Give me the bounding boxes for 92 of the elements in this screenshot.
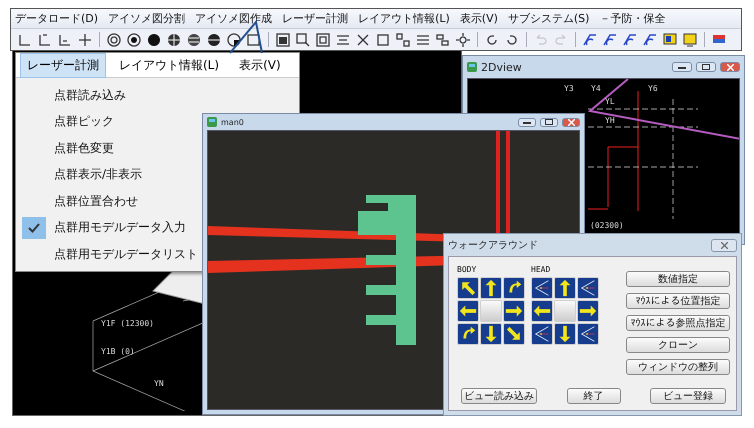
direction-button[interactable] — [554, 277, 576, 299]
maximize-button[interactable] — [540, 118, 558, 126]
monitor-icon[interactable] — [662, 32, 678, 48]
dialog-button[interactable]: クローン — [626, 337, 730, 353]
dialog-button[interactable]: ウィンドウの整列 — [626, 359, 730, 375]
app-icon — [207, 117, 217, 127]
close-button[interactable] — [720, 62, 740, 72]
sun-icon[interactable] — [455, 32, 471, 48]
menu-item[interactable]: 点群ピック — [16, 108, 118, 135]
monitor-icon[interactable] — [682, 32, 698, 48]
menu-tab[interactable]: レーザー計測 — [20, 52, 106, 78]
menu-tab[interactable]: レイアウト情報(L) — [112, 52, 226, 78]
menu-item[interactable]: 点群位置合わせ — [16, 188, 142, 214]
direction-button[interactable] — [531, 300, 553, 322]
dialog-button[interactable]: ビュー登録 — [650, 388, 726, 404]
menu-item[interactable]: 点群読み込み — [16, 82, 130, 108]
minimize-button[interactable] — [672, 62, 692, 72]
menu-item[interactable]: レイアウト情報(L) — [358, 11, 450, 26]
dialog-button[interactable]: 数値指定 — [626, 271, 730, 287]
axis-label: Y3 — [564, 84, 574, 93]
dialog-button[interactable]: ﾏｳｽによる位置指定 — [626, 293, 730, 309]
maximize-button[interactable] — [696, 62, 716, 72]
menu-item[interactable]: －予防・保全 — [599, 11, 666, 26]
direction-button[interactable] — [457, 300, 479, 322]
square-icon[interactable] — [375, 32, 391, 48]
axis-label: Y1B (0) — [101, 347, 135, 356]
app-icon — [467, 62, 477, 72]
menu-tab[interactable]: 表示(V) — [232, 52, 288, 78]
cross-icon[interactable] — [77, 32, 93, 48]
view-icon[interactable] — [642, 32, 658, 48]
dialog-button[interactable]: ビュー読み込み — [461, 388, 537, 404]
axis-label: Y6 — [648, 84, 658, 93]
window-title: man0 — [221, 118, 245, 126]
menu-item[interactable]: 表示(V) — [460, 11, 498, 26]
check-icon — [28, 222, 40, 233]
sphere-icon[interactable] — [186, 32, 202, 48]
window-icon[interactable] — [275, 32, 291, 48]
direction-button[interactable] — [503, 300, 525, 322]
direction-button[interactable] — [577, 277, 599, 299]
direction-button[interactable] — [480, 277, 502, 299]
menu-item[interactable]: サブシステム(S) — [508, 11, 590, 26]
maximize-icon — [545, 119, 553, 125]
direction-button[interactable] — [531, 323, 553, 345]
close-button[interactable] — [562, 118, 580, 126]
sphere-icon[interactable] — [206, 32, 222, 48]
dialog-button[interactable]: 終了 — [566, 388, 620, 404]
minimize-icon — [678, 65, 686, 69]
menu-item[interactable]: 点群表示/非表示 — [16, 162, 146, 188]
pad-label: BODY — [457, 265, 478, 274]
close-button[interactable] — [711, 238, 737, 252]
half-circle-icon[interactable] — [226, 32, 242, 48]
menu-item[interactable]: 点群色変更 — [16, 135, 118, 162]
direction-button[interactable] — [531, 277, 553, 299]
close-icon — [568, 118, 574, 126]
zoom-icon[interactable] — [295, 32, 311, 48]
direction-button[interactable] — [554, 323, 576, 345]
menu-item[interactable]: データロード(D) — [15, 11, 98, 26]
menu-item[interactable]: 点群用モデルデータ入力 — [16, 214, 190, 241]
direction-button[interactable] — [480, 323, 502, 345]
menu-item[interactable]: レーザー計測 — [282, 11, 348, 26]
dialog-title: ウォークアラウンド — [448, 239, 539, 252]
axis-label: Y4 — [591, 84, 601, 93]
direction-button[interactable] — [503, 323, 525, 345]
axis-label: YH — [605, 116, 615, 125]
pad-label: HEAD — [531, 265, 552, 274]
view-icon[interactable] — [602, 32, 618, 48]
direction-button[interactable] — [457, 277, 479, 299]
close-icon — [720, 242, 728, 248]
direction-button[interactable] — [457, 323, 479, 345]
ring-icon[interactable] — [106, 32, 122, 48]
direction-button[interactable] — [577, 300, 599, 322]
direction-button[interactable] — [503, 277, 525, 299]
square-icon[interactable] — [246, 32, 262, 48]
direction-button[interactable] — [577, 323, 599, 345]
axis-label: YL — [605, 97, 615, 106]
sphere-icon[interactable] — [166, 32, 182, 48]
axis-label: (02300) — [590, 221, 624, 230]
corner-icon[interactable] — [37, 32, 53, 48]
minimize-icon — [523, 120, 531, 124]
view-icon[interactable] — [582, 32, 598, 48]
disc-icon[interactable] — [146, 32, 162, 48]
dialog-button[interactable]: ﾏｳｽによる参照点指定 — [626, 315, 730, 331]
minimize-button[interactable] — [518, 118, 536, 126]
axis-label: YN — [154, 379, 164, 388]
menu-item[interactable]: アイソメ図分割 — [108, 11, 186, 26]
close-icon — [726, 64, 734, 70]
window-title: 2Dview — [481, 60, 523, 74]
ring-icon[interactable] — [126, 32, 142, 48]
menu-item[interactable]: 点群用モデルデータリスト — [16, 241, 202, 268]
view-icon[interactable] — [622, 32, 638, 48]
axis-label: Y1F (12300) — [101, 319, 154, 328]
maximize-icon — [702, 64, 710, 70]
